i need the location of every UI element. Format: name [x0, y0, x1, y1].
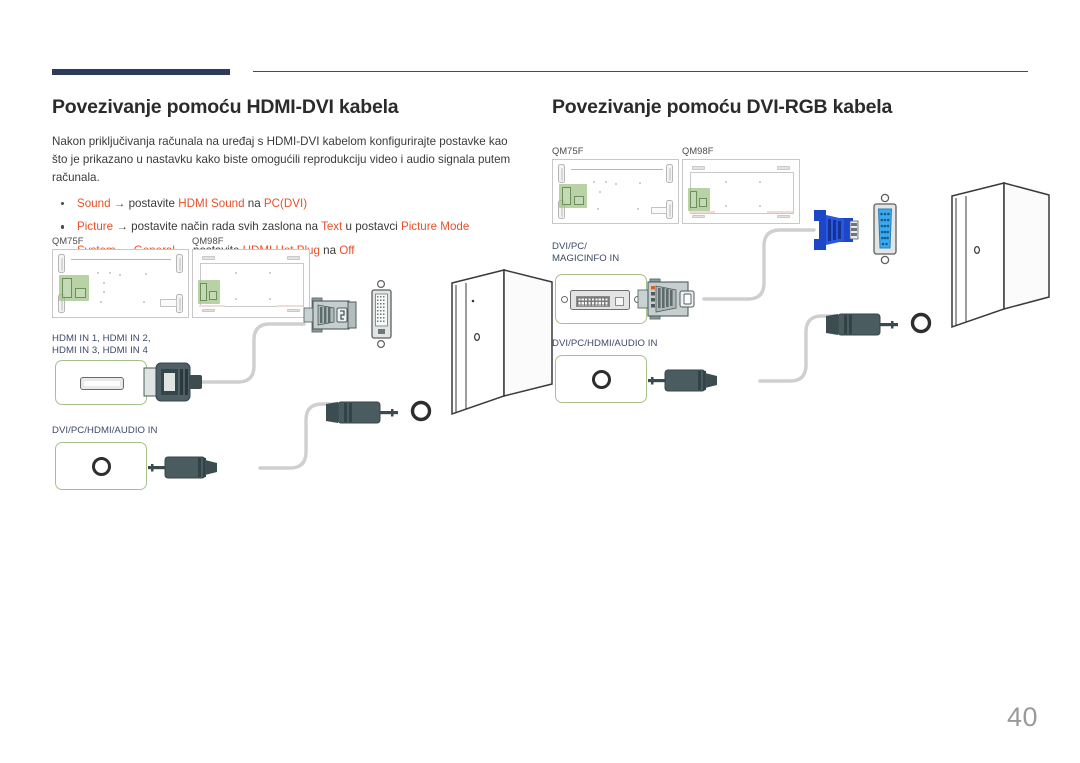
header-rule-line [253, 71, 1028, 73]
left-diagram-graphics [143, 269, 553, 479]
bullet-text: → [110, 197, 129, 211]
header-accent-bar [52, 69, 230, 75]
pc-vga-female-port-icon [873, 193, 897, 265]
audio-jack-plug-left-icon [148, 456, 217, 479]
vga-male-connector-icon [814, 210, 859, 250]
setting-term: Sound [77, 197, 111, 211]
bullet-text: postavite način rada svih zaslona na [131, 220, 322, 234]
tower-pc-illustration [451, 269, 553, 416]
pc-audio-jack-hole-icon [910, 312, 932, 334]
setting-term: Text [321, 220, 343, 234]
setting-term: PC(DVI) [263, 197, 308, 211]
tower-pc-illustration [951, 182, 1050, 329]
pc-audio-jack-hole-icon [410, 400, 432, 422]
right-section-title: Povezivanje pomoću DVI-RGB kabela [552, 96, 893, 118]
left-diagram: QM75F QM98F HDMI IN 1, HDMI IN 2, HDMI I… [52, 236, 553, 501]
left-section-title: Povezivanje pomoću HDMI-DVI kabela [52, 96, 399, 118]
pc-dvi-female-port-icon [371, 279, 392, 348]
bullet-text: postavite [128, 197, 179, 211]
audio-jack-plug-right-icon [826, 313, 898, 336]
bullet-text: na [244, 197, 264, 211]
bullet-item: Sound → postavite HDMI Sound na PC(DVI) [52, 195, 527, 213]
manual-page: Povezivanje pomoću HDMI-DVI kabela Nakon… [0, 0, 1080, 763]
dvi-male-connector-icon [637, 278, 695, 320]
bullet-text: → [113, 220, 132, 234]
setting-term: HDMI Sound [178, 197, 245, 211]
audio-jack-plug-left-icon [648, 369, 717, 392]
bullet-item: Picture → postavite način rada svih zasl… [52, 218, 527, 236]
right-diagram-graphics [637, 182, 1050, 392]
page-number: 40 [1006, 702, 1038, 732]
setting-term: Picture Mode [400, 220, 470, 234]
right-column: Povezivanje pomoću DVI-RGB kabela [552, 96, 1042, 133]
left-section-paragraph: Nakon priključivanja računala na uređaj … [52, 135, 511, 185]
bullet-text: u postavci [342, 220, 401, 234]
dvi-male-connector-icon [303, 297, 357, 333]
hdmi-male-connector-icon [143, 362, 202, 402]
audio-jack-plug-right-icon [326, 401, 398, 424]
right-diagram: QM75F QM98F DVI/PC/ MAGICINFO IN DVI/PC/… [552, 146, 1052, 416]
setting-term: Picture [77, 220, 114, 234]
